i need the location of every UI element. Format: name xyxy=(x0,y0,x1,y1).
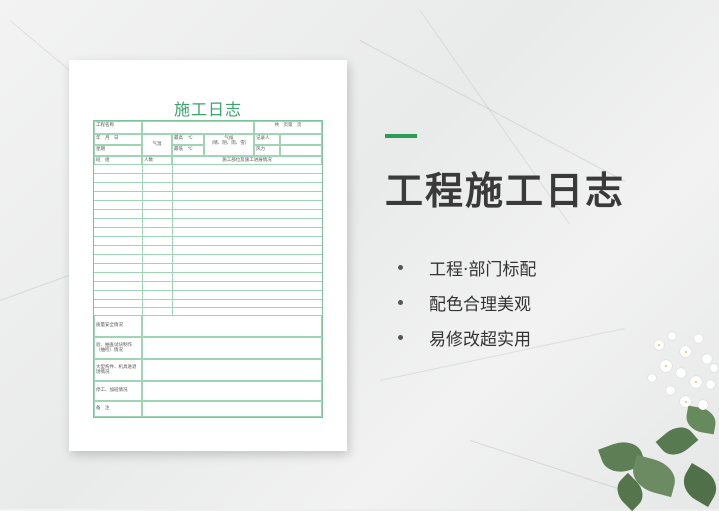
grid-row xyxy=(94,272,322,273)
blossom xyxy=(694,334,703,343)
blossom xyxy=(648,374,656,382)
feature-label: 配色合理美观 xyxy=(429,295,531,315)
flower-decoration-icon xyxy=(590,320,719,511)
grid-row xyxy=(94,191,322,192)
accent-bar xyxy=(385,134,417,138)
flower-center xyxy=(665,365,667,367)
grid-row xyxy=(94,173,322,174)
cell-wind-value xyxy=(280,145,322,156)
feature-item: 易修改超实用 xyxy=(398,320,536,355)
grid-row xyxy=(94,281,322,282)
flower-center xyxy=(685,351,687,353)
flower-center xyxy=(685,401,687,403)
blossom xyxy=(698,400,708,410)
grid-row xyxy=(94,218,322,219)
grid-row xyxy=(94,290,322,291)
cell-blank xyxy=(142,121,254,134)
cell-high-temp: 最高 ℃ xyxy=(172,134,204,145)
grid-col xyxy=(172,165,173,315)
cell-recorder: 记录人 xyxy=(254,134,280,145)
leaf-icon xyxy=(676,463,719,507)
bullet-dot-icon xyxy=(398,265,403,270)
feature-list: 工程·部门标配 配色合理美观 易修改超实用 xyxy=(398,250,536,355)
grid-row xyxy=(94,263,322,264)
grid-row xyxy=(94,245,322,246)
cell-inspection: 验、抽查试块制作（抽检）情况 xyxy=(94,337,142,359)
cell-quality: 质量安全情况 xyxy=(94,315,142,337)
cell-recorder-value xyxy=(280,134,322,145)
log-form-table: 工程名称 共 页第 页 年 月 日 星期 气温 最高 ℃ 最低 ℃ 气候 （晴、… xyxy=(93,120,323,418)
cell-headcount: 人数 xyxy=(142,156,172,165)
blossom xyxy=(668,332,676,340)
log-form-paper: 施工日志 工程名称 共 页第 页 年 月 日 星期 气温 最高 ℃ 最低 ℃ 气… xyxy=(69,60,347,451)
grid-row xyxy=(94,299,322,300)
cell-project-name: 工程名称 xyxy=(94,121,142,134)
cell-equipment: 大型构件、机具进退场情况 xyxy=(94,359,142,381)
grid-row xyxy=(94,200,322,201)
cell-weather-label: 气温 xyxy=(142,134,172,156)
cell-quality-value xyxy=(142,315,322,337)
grid-row xyxy=(94,227,322,228)
cell-inspection-value xyxy=(142,337,322,359)
blossom xyxy=(706,380,715,389)
blossom xyxy=(666,386,675,395)
cell-weather-type: 气候 （晴、阴、雨、雪） xyxy=(204,134,254,156)
blossom xyxy=(702,354,712,364)
grid-row xyxy=(94,254,322,255)
cell-low-temp: 最低 ℃ xyxy=(172,145,204,156)
feature-item: 工程·部门标配 xyxy=(398,250,536,285)
grid-row xyxy=(94,236,322,237)
cell-remarks-value xyxy=(142,401,322,417)
feature-label: 易修改超实用 xyxy=(429,330,531,350)
cell-team: 班 组 xyxy=(94,156,142,165)
feature-label: 工程·部门标配 xyxy=(429,260,537,280)
feature-item: 配色合理美观 xyxy=(398,285,536,320)
bullet-dot-icon xyxy=(398,335,403,340)
cell-suspension: 停工、加班情况 xyxy=(94,381,142,401)
cell-remarks: 备 注 xyxy=(94,401,142,417)
grid-row xyxy=(94,182,322,183)
cell-suspension-value xyxy=(142,381,322,401)
form-title: 施工日志 xyxy=(173,100,242,119)
cell-date: 年 月 日 xyxy=(94,134,142,145)
flower-center xyxy=(658,344,660,346)
bullet-dot-icon xyxy=(398,300,403,305)
flower-center xyxy=(695,381,697,383)
blossom xyxy=(676,368,686,378)
cell-progress: 施工部位及施工进展情况 xyxy=(172,156,322,165)
cell-wind: 风力 xyxy=(254,145,280,156)
grid-row xyxy=(94,307,322,308)
page-heading: 工程施工日志 xyxy=(385,169,626,213)
grid-row xyxy=(94,209,322,210)
cell-page-info: 共 页第 页 xyxy=(254,121,322,134)
cell-equipment-value xyxy=(142,359,322,381)
grid-col xyxy=(142,165,143,315)
blossom xyxy=(710,364,718,372)
cell-weekday: 星期 xyxy=(94,145,142,156)
